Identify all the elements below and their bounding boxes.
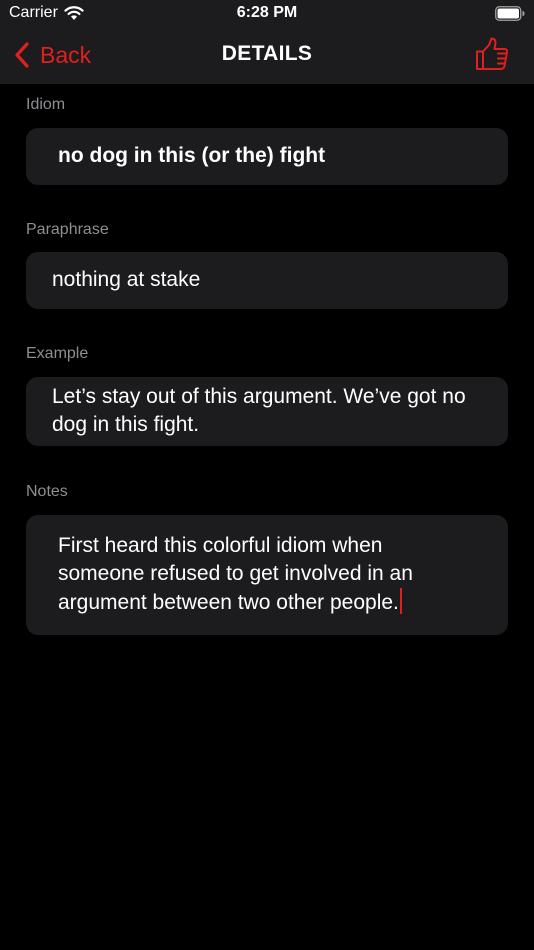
battery-icon (495, 6, 525, 21)
example-label: Example (26, 345, 89, 362)
idiom-value: no dog in this (or the) fight (58, 144, 326, 167)
notes-text: First heard this colorful idiom when som… (58, 532, 476, 617)
idiom-label: Idiom (26, 96, 66, 113)
status-bar: Carrier 6:28 PM (0, 0, 534, 28)
thumbs-up-icon[interactable] (474, 36, 510, 72)
navigation-bar: Back DETAILS (0, 28, 534, 84)
notes-field[interactable]: First heard this colorful idiom when som… (26, 515, 508, 635)
notes-label: Notes (26, 483, 68, 500)
status-time: 6:28 PM (236, 4, 298, 21)
paraphrase-label: Paraphrase (26, 221, 109, 238)
example-field[interactable]: Let’s stay out of this argument. We’ve g… (26, 377, 508, 446)
example-value: Let’s stay out of this argument. We’ve g… (52, 385, 466, 436)
paraphrase-value: nothing at stake (52, 268, 201, 291)
page-title: DETAILS (221, 42, 313, 65)
text-cursor (399, 588, 402, 614)
idiom-field[interactable]: no dog in this (or the) fight (26, 128, 508, 185)
paraphrase-field[interactable]: nothing at stake (26, 252, 508, 309)
notes-value: First heard this colorful idiom when som… (58, 534, 413, 614)
